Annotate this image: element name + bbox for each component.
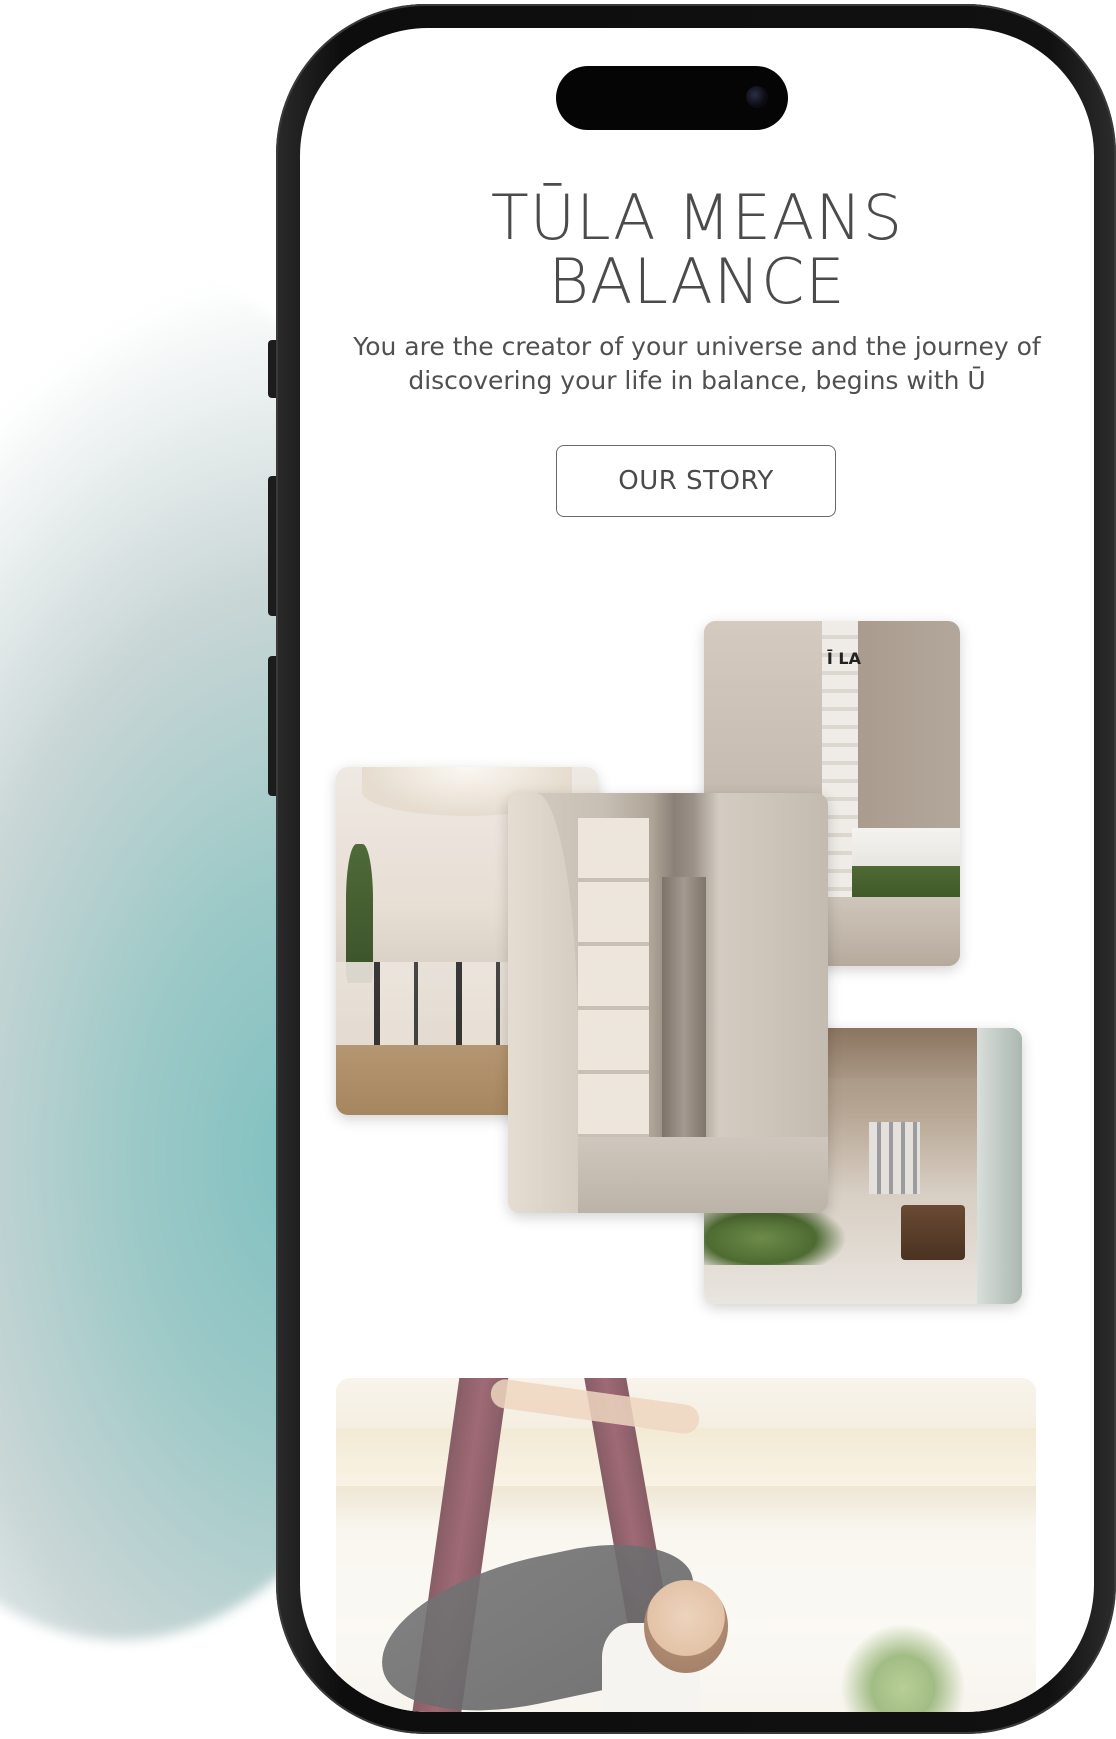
hallway-arch: [508, 793, 579, 1213]
dynamic-island: [556, 66, 788, 130]
wall-logo: Ī LA: [826, 648, 861, 668]
title-line-2: BALANCE: [548, 245, 846, 318]
stage: TŪLA MEANS BALANCE You are the creator o…: [0, 0, 1116, 1739]
photo-wash: [336, 1378, 1036, 1712]
front-camera-icon: [746, 86, 768, 108]
aerial-yoga-photo: [336, 1378, 1036, 1712]
phone-screen: TŪLA MEANS BALANCE You are the creator o…: [300, 28, 1094, 1712]
wooden-chair: [901, 1204, 965, 1260]
hallway-floor: [578, 1137, 828, 1213]
hero-subtitle: You are the creator of your universe and…: [320, 330, 1074, 398]
retail-window: [977, 1028, 1022, 1304]
subtitle-line-1: You are the creator of your universe and…: [353, 332, 1041, 361]
lounge-floor: [821, 897, 960, 966]
title-line-1: TŪLA MEANS: [490, 181, 904, 254]
our-story-button[interactable]: OUR STORY: [556, 445, 836, 517]
hallway-photo: [508, 793, 828, 1213]
phone-frame: TŪLA MEANS BALANCE You are the creator o…: [276, 4, 1116, 1734]
page-title: TŪLA MEANS BALANCE: [300, 186, 1094, 314]
hallway-shelves: [578, 818, 649, 1138]
hallway-door: [661, 877, 707, 1138]
subtitle-line-2: discovering your life in balance, begins…: [408, 366, 986, 395]
lounge-sofa: [852, 828, 960, 897]
clothing-rack: [869, 1121, 921, 1194]
